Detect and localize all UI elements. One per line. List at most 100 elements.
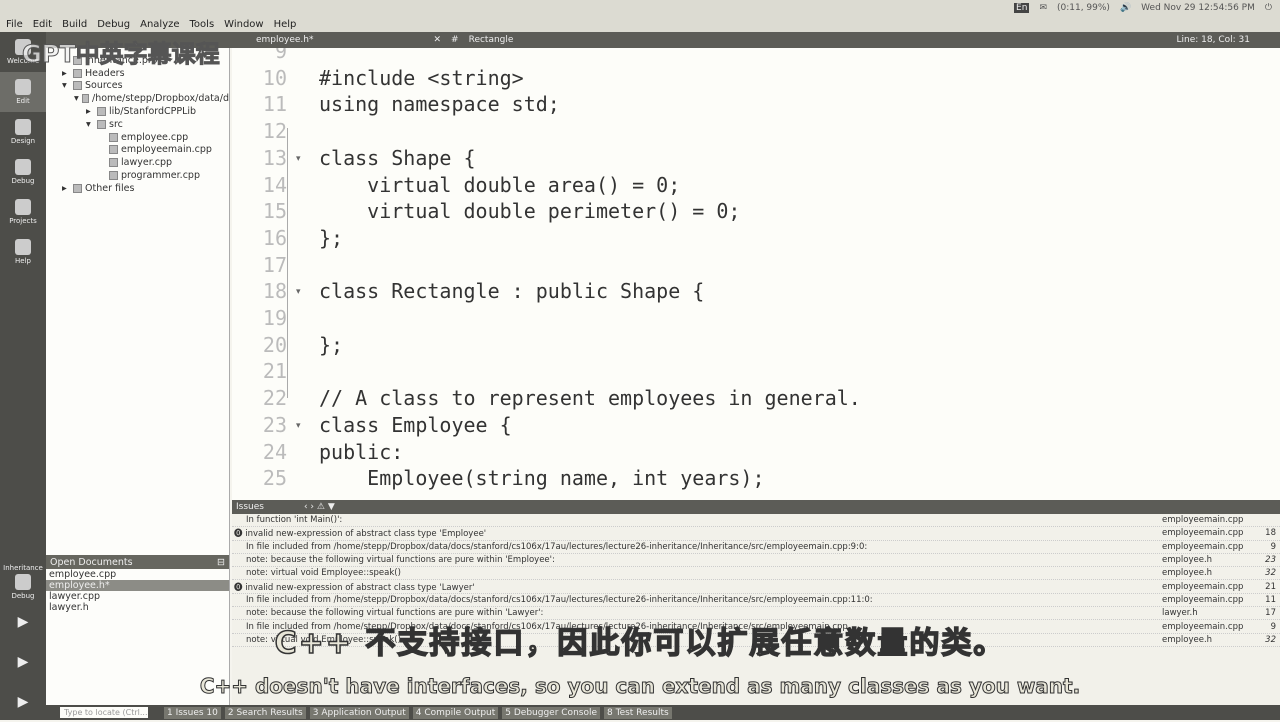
output-pane-tab[interactable]: 1 Issues 10 <box>164 706 221 719</box>
code-line[interactable]: class Employee { <box>319 413 512 437</box>
menu-analyze[interactable]: Analyze <box>140 19 179 30</box>
split-icon[interactable]: ⊟ <box>217 557 225 568</box>
keyboard-indicator[interactable]: En <box>1014 3 1030 13</box>
menu-tools[interactable]: Tools <box>190 19 215 30</box>
tree-item[interactable]: ▾ Sources <box>46 80 229 93</box>
tree-item[interactable]: employee.cpp <box>46 131 229 144</box>
expand-arrow-icon[interactable]: ▾ <box>62 80 70 91</box>
tree-item[interactable]: ▾ src <box>46 118 229 131</box>
tree-item-label: programmer.cpp <box>121 170 200 182</box>
output-pane-tab[interactable]: 8 Test Results <box>604 706 672 719</box>
issue-line: 23 <box>1265 555 1276 566</box>
code-line[interactable]: }; <box>319 226 343 250</box>
menu-help[interactable]: Help <box>274 19 297 30</box>
clock[interactable]: Wed Nov 29 12:54:56 PM <box>1141 3 1255 13</box>
open-document-item[interactable]: lawyer.cpp <box>46 591 229 602</box>
fold-arrow-icon[interactable]: ▾ <box>296 421 301 431</box>
expand-arrow-icon[interactable]: ▾ <box>86 119 94 130</box>
open-file-combo[interactable]: employee.h* <box>256 35 314 45</box>
menu-file[interactable]: File <box>6 19 23 30</box>
line-number: 10 <box>262 65 287 90</box>
open-document-item[interactable]: lawyer.h <box>46 602 229 613</box>
design-icon <box>15 119 31 135</box>
menu-window[interactable]: Window <box>224 19 263 30</box>
watermark: GPT中英字幕课程 <box>22 40 221 69</box>
issue-text: note: because the following virtual func… <box>246 608 544 619</box>
cursor-position[interactable]: Line: 18, Col: 31 <box>1177 35 1250 45</box>
line-number: 22 <box>262 386 287 411</box>
power-icon[interactable]: ⏻ <box>1265 3 1272 13</box>
issue-row[interactable]: In file included from /home/stepp/Dropbo… <box>232 541 1280 554</box>
mode-debug[interactable]: Debug <box>0 152 46 192</box>
expand-arrow-icon[interactable]: ▸ <box>62 183 70 194</box>
tree-item-label: Headers <box>85 67 125 79</box>
code-line[interactable]: }; <box>319 333 343 357</box>
issue-file: employee.h <box>1162 555 1213 566</box>
fold-arrow-icon[interactable]: ▾ <box>296 154 301 164</box>
issue-row[interactable]: note: because the following virtual func… <box>232 554 1280 568</box>
menu-edit[interactable]: Edit <box>33 19 52 30</box>
code-line[interactable]: virtual double perimeter() = 0; <box>319 199 740 223</box>
issue-text: In function 'int Main()': <box>246 515 343 526</box>
code-line[interactable]: virtual double area() = 0; <box>319 173 680 197</box>
menu-build[interactable]: Build <box>62 19 87 30</box>
code-line[interactable] <box>319 306 367 330</box>
file-icon <box>109 158 118 168</box>
code-line[interactable]: // A class to represent employees in gen… <box>319 386 861 410</box>
code-line[interactable]: Employee(string name, int years); <box>319 466 764 490</box>
expand-arrow-icon[interactable]: ▸ <box>62 68 70 79</box>
menu-bar: File Edit Build Debug Analyze Tools Window Help <box>0 16 1280 32</box>
expand-arrow-icon[interactable]: ▾ <box>74 93 79 104</box>
line-number: 15 <box>262 199 287 224</box>
mail-icon[interactable]: ✉ <box>1039 3 1047 13</box>
symbol-combo[interactable]: Rectangle <box>469 35 514 45</box>
kit-selector[interactable]: Inheritance Debug <box>0 562 46 602</box>
locate-input[interactable]: Type to locate (Ctrl... <box>60 707 148 718</box>
code-line[interactable]: class Shape { <box>319 146 476 170</box>
tree-item[interactable]: lawyer.cpp <box>46 156 229 169</box>
mode-edit[interactable]: Edit <box>0 72 46 112</box>
issue-row[interactable]: note: virtual void Employee::speak() empl… <box>232 567 1280 581</box>
debug-icon <box>15 159 31 175</box>
issue-message: note: because the following virtual func… <box>232 555 555 565</box>
volume-icon[interactable]: 🔊 <box>1120 3 1131 13</box>
code-editor[interactable]: 9 10 #include <string> 11 using namespace st… <box>232 48 1280 500</box>
tree-item[interactable]: ▸ lib/StanfordCPPLib <box>46 105 229 118</box>
tree-item[interactable]: ▾ /home/stepp/Dropbox/data/d <box>46 92 229 105</box>
output-pane-tab[interactable]: 4 Compile Output <box>412 706 499 719</box>
issue-file: lawyer.h <box>1162 608 1198 619</box>
issue-line: 17 <box>1265 608 1276 619</box>
code-line[interactable]: using namespace std; <box>319 92 560 116</box>
issue-row[interactable]: ⓿ invalid new-expression of abstract cla… <box>232 527 1280 541</box>
issue-text: invalid new-expression of abstract class… <box>245 582 475 593</box>
issue-text: In file included from /home/stepp/Dropbo… <box>246 541 868 552</box>
issue-row[interactable]: ⓿ invalid new-expression of abstract cla… <box>232 580 1280 594</box>
tree-item-label: lawyer.cpp <box>121 157 173 169</box>
mode-projects[interactable]: Projects <box>0 192 46 232</box>
open-document-item[interactable]: employee.cpp <box>46 569 229 580</box>
battery-indicator[interactable]: (0:11, 99%) <box>1057 3 1110 13</box>
output-pane-tab[interactable]: 5 Debugger Console <box>502 706 601 719</box>
code-line[interactable]: public: <box>319 440 403 464</box>
error-icon: ⓿ <box>234 582 246 593</box>
issue-nav-icons[interactable]: ‹ › ⚠ ▼ <box>304 502 335 512</box>
tree-item[interactable]: programmer.cpp <box>46 169 229 182</box>
issue-row[interactable]: In function 'int Main()': employeemain.cp… <box>232 514 1280 528</box>
code-line[interactable]: class Rectangle : public Shape { <box>319 279 704 303</box>
open-document-item[interactable]: employee.h* <box>46 580 229 591</box>
tree-item[interactable]: ▸ Other files <box>46 182 229 195</box>
issue-row[interactable]: In file included from /home/stepp/Dropbo… <box>232 594 1280 608</box>
tree-item[interactable]: employeemain.cpp <box>46 144 229 157</box>
output-pane-tab[interactable]: 2 Search Results <box>224 706 306 719</box>
code-line[interactable]: #include <string> <box>319 66 524 90</box>
mode-design[interactable]: Design <box>0 112 46 152</box>
mode-help[interactable]: Help <box>0 232 46 272</box>
close-file-icon[interactable]: ✕ <box>434 35 442 45</box>
line-number: 16 <box>262 225 287 250</box>
menu-debug[interactable]: Debug <box>97 19 130 30</box>
output-pane-tab[interactable]: 3 Application Output <box>309 706 409 719</box>
expand-arrow-icon[interactable]: ▸ <box>86 106 94 117</box>
file-icon <box>82 94 90 104</box>
fold-arrow-icon[interactable]: ▾ <box>296 287 301 297</box>
line-number: 25 <box>262 466 287 491</box>
